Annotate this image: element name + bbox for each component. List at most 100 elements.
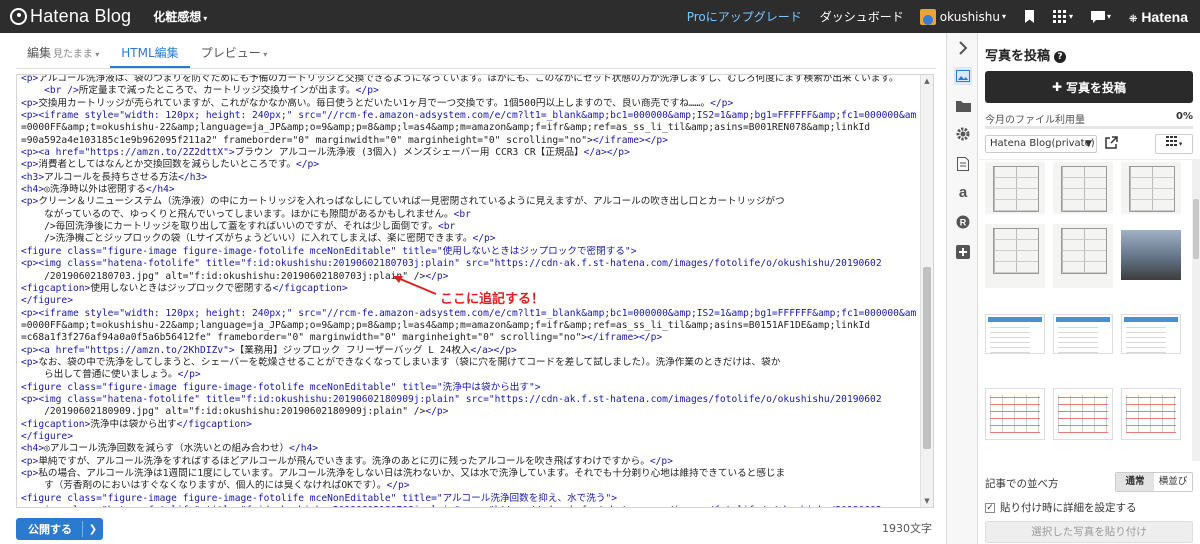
code-line[interactable]: =0000FF&amp;t=okushishu-22&amp;language=… [21, 320, 917, 332]
tab-edit[interactable]: 編集 見たまま ▾ [16, 42, 110, 68]
scrollbar-thumb[interactable] [1193, 199, 1199, 259]
code-line[interactable]: <p><img class="hatena-fotolife" title="f… [21, 258, 917, 270]
notification-icon[interactable]: ▾ [1091, 10, 1111, 23]
tab-html-edit[interactable]: HTML編集 [110, 42, 190, 68]
editor-scrollbar[interactable]: ▲ ▼ [920, 75, 933, 507]
scroll-up-icon[interactable]: ▲ [923, 77, 931, 85]
code-line[interactable]: <h3>アルコールを長持ちさせる方法</h3> [21, 172, 917, 184]
panel-scrollbar[interactable] [1192, 159, 1200, 461]
registered-icon[interactable]: R [954, 213, 972, 231]
logo-text: Hatena Blog [30, 6, 132, 26]
code-line[interactable]: <p><a href="https://amzn.to/2KhDIZv">【業務… [21, 345, 917, 357]
code-line[interactable]: <p>クリーン＆リニューシステム（洗浄液）の中にカートリッジを入れっぱなしにして… [21, 196, 917, 208]
photo-thumbnail[interactable] [985, 224, 1045, 288]
tab-preview[interactable]: プレビュー ▾ [190, 42, 279, 68]
code-line[interactable]: <p><a href="https://amzn.to/2Z2dttX">ブラウ… [21, 147, 917, 159]
gear-icon[interactable] [954, 125, 972, 143]
code-line[interactable]: /20190602180909.jpg" alt="f:id:okushishu… [21, 406, 917, 418]
photo-thumbnail[interactable] [985, 162, 1045, 214]
apps-grid-icon[interactable]: ▾ [1053, 10, 1073, 23]
annotation-text: ここに追記する！ [440, 292, 545, 307]
chevron-right-icon[interactable] [954, 39, 972, 57]
code-line[interactable]: />洗浄機ごとジップロックの袋（Lサイズがちょうどいい）に入れてしまえば、楽に密… [21, 233, 917, 245]
code-line[interactable]: =90a592a4e103185c1e9b962095f211a2" frame… [21, 135, 917, 147]
photo-thumbnail[interactable] [1121, 230, 1181, 280]
code-line[interactable]: <br />所定量まで減ったところで、カートリッジ交換サインが出ます。</p> [21, 85, 917, 97]
help-icon[interactable]: ? [1054, 51, 1067, 63]
amazon-icon[interactable]: a [954, 183, 972, 201]
scroll-down-icon[interactable]: ▼ [923, 497, 931, 505]
code-line[interactable]: =0000FF&amp;t=okushishu-22&amp;language=… [21, 122, 917, 134]
code-line[interactable]: <p>私の場合、アルコール洗浄は1週間に1度にしています。アルコール洗浄をしない… [21, 468, 917, 480]
chevron-down-icon[interactable]: ❯ [83, 524, 103, 535]
upgrade-link[interactable]: Proにアップグレード [687, 8, 802, 25]
paste-selected-button[interactable]: 選択した写真を貼り付け [985, 521, 1193, 543]
code-line[interactable]: <p><img class="hatena-fotolife" title="f… [21, 394, 917, 406]
hatena-brand-text: Hatena [1141, 8, 1188, 25]
photo-thumbnail[interactable] [985, 388, 1045, 440]
blog-name-menu[interactable]: 化粧感想 ▾ [153, 8, 207, 25]
plus-icon[interactable] [954, 243, 972, 261]
sort-normal-button[interactable]: 通常 [1116, 473, 1154, 491]
hatena-mark-icon: ⁜ [1129, 13, 1138, 25]
code-line[interactable]: =c68a1f3f276af94a0a0f5a6b56412fe" frameb… [21, 332, 917, 344]
svg-text:R: R [960, 218, 967, 228]
photo-thumbnail[interactable] [985, 314, 1045, 354]
code-line[interactable]: <p><img class="hatena-fotolife" title="f… [21, 505, 917, 507]
photo-panel: 写真を投稿? ✚ 写真を投稿 今月のファイル利用量 0% Hatena Blog(p… [979, 33, 1200, 544]
code-line[interactable]: <p><iframe style="width: 120px; height: … [21, 110, 917, 122]
hatena-blog-logo[interactable]: Hatena Blog [0, 0, 131, 33]
folder-select[interactable]: Hatena Blog(private) ▼ [985, 135, 1097, 153]
code-line[interactable]: <figure class="figure-image figure-image… [21, 493, 917, 505]
code-line[interactable]: <p>なお、袋の中で洗浄をしてしまうと、シェーバーを乾燥させることができなくなっ… [21, 357, 917, 369]
code-line[interactable]: <p>アルコール洗浄液は、袋のつまりを防ぐためにも予備のカートリッジと交換できる… [21, 75, 917, 85]
external-link-icon[interactable] [1105, 136, 1118, 152]
panel-title: 写真を投稿? [985, 45, 1067, 64]
photo-thumbnail[interactable] [1053, 388, 1113, 440]
dashboard-link[interactable]: ダッシュボード [820, 8, 904, 25]
sort-horizontal-button[interactable]: 横並び [1154, 473, 1192, 491]
photo-grid [979, 159, 1200, 461]
grid-icon [1165, 136, 1177, 146]
grid-view-button[interactable]: ▾ [1155, 134, 1193, 154]
checkbox-checked-icon[interactable]: ✓ [985, 502, 995, 513]
blog-name: 化粧感想 [153, 10, 202, 24]
photo-thumbnail[interactable] [1121, 162, 1181, 214]
photo-thumbnail[interactable] [1053, 162, 1113, 214]
photo-thumbnail[interactable] [1121, 314, 1181, 354]
code-line[interactable]: /20190602180703.jpg" alt="f:id:okushishu… [21, 271, 917, 283]
code-line[interactable]: <p><iframe style="width: 120px; height: … [21, 308, 917, 320]
code-line[interactable]: <p>消費者としてはなんとか交換回数を減らしたいところです。</p> [21, 159, 917, 171]
code-line[interactable]: <p>単純ですが、アルコール洗浄をすればするほどアルコールが飛んでいきます。洗浄… [21, 456, 917, 468]
code-line[interactable]: <figure class="figure-image figure-image… [21, 246, 917, 258]
code-line[interactable]: </figure> [21, 431, 917, 443]
folder-icon[interactable] [954, 97, 972, 115]
code-line[interactable]: <p>交換用カートリッジが売られていますが、これがなかなか高い。毎日使うとだいた… [21, 98, 917, 110]
bookmark-icon[interactable] [1024, 10, 1035, 23]
code-line[interactable]: <h4>◎アルコール洗浄回数を減らす（水洗いとの組み合わせ）</h4> [21, 443, 917, 455]
photo-thumbnail[interactable] [1121, 388, 1181, 440]
photo-icon[interactable] [954, 67, 972, 85]
post-photo-button[interactable]: ✚ 写真を投稿 [985, 71, 1193, 103]
user-menu[interactable]: okushishu ▾ [919, 8, 1006, 25]
sort-toggle: 通常 横並び [1115, 472, 1193, 492]
scrollbar-thumb[interactable] [923, 267, 931, 449]
code-line[interactable]: <h4>◎洗浄時以外は密閉する</h4> [21, 184, 917, 196]
tab-html-label: HTML編集 [121, 46, 179, 60]
top-bar: Hatena Blog 化粧感想 ▾ Proにアップグレード ダッシュボード ok… [0, 0, 1200, 33]
code-line[interactable]: ら出して普通に使いましょう。</p> [21, 369, 917, 381]
document-icon[interactable] [954, 155, 972, 173]
publish-button[interactable]: 公開する ❯ [16, 518, 103, 540]
sort-label: 記事での並べ方 [985, 478, 1059, 490]
photo-thumbnail[interactable] [1053, 314, 1113, 354]
detail-checkbox-row[interactable]: ✓ 貼り付け時に詳細を設定する [985, 500, 1137, 515]
code-line[interactable]: す（芳香剤のにおいはすぐなくなりますが、個人的には臭くなければOKです）。</p… [21, 480, 917, 492]
code-line[interactable]: <figcaption>洗浄中は袋から出す</figcaption> [21, 419, 917, 431]
code-line[interactable]: ながっているので、ゆっくりと飛んでいってしまいます。ほかにも隙間があるかもしれま… [21, 209, 917, 221]
usage-bar [985, 126, 1193, 129]
code-line[interactable]: />毎回洗浄後にカートリッジを取り出して蓋をすればいいのですが、それは少し面倒で… [21, 221, 917, 233]
hatena-brand[interactable]: ⁜ Hatena [1129, 9, 1188, 25]
photo-thumbnail[interactable] [1053, 224, 1113, 288]
code-line[interactable]: <figure class="figure-image figure-image… [21, 382, 917, 394]
usage-row: 今月のファイル利用量 0% [985, 111, 1193, 126]
